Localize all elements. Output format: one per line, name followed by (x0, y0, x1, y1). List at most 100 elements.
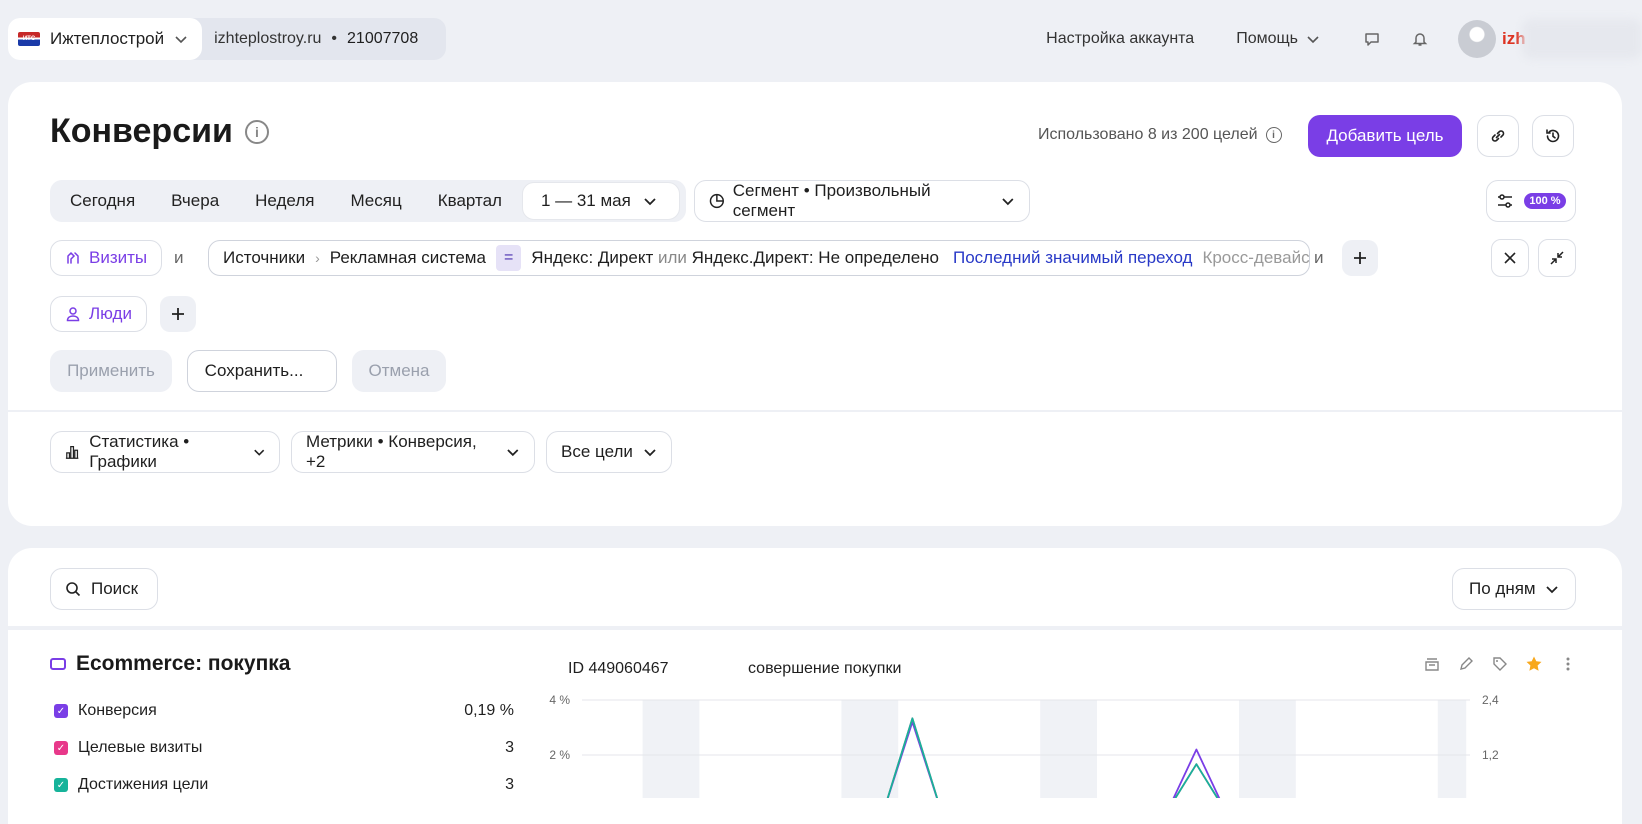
star-icon[interactable] (1524, 654, 1544, 674)
apply-button[interactable]: Применить (50, 350, 172, 392)
info-icon[interactable]: i (244, 119, 269, 144)
goals-used-text: Использовано 8 из 200 целей (1038, 126, 1258, 143)
blurred-username (1522, 19, 1642, 59)
y-right-tick-label: 2,4 (1482, 693, 1499, 707)
attribution-link[interactable]: Последний значимый переход (953, 248, 1192, 268)
filter-operator[interactable]: = (495, 245, 522, 271)
card-icon (50, 658, 66, 670)
report-type-dropdown[interactable]: Статистика • Графики (50, 431, 280, 473)
segment-label: Сегмент • Произвольный сегмент (732, 181, 931, 220)
metric-label: Достижения цели (78, 776, 209, 793)
add-goal-button[interactable]: Добавить цель (1308, 115, 1462, 157)
visits-icon (67, 251, 79, 264)
and-connector: и (174, 248, 184, 267)
metric-value: 3 (505, 776, 514, 793)
chevron-down-icon (175, 36, 187, 44)
plus-icon (172, 308, 184, 320)
top-right-nav: Настройка аккаунта Помощь izh (1046, 18, 1642, 60)
or-connector: или (657, 248, 687, 267)
visits-filter-chip[interactable]: Визиты (50, 240, 163, 276)
save-dropdown[interactable]: Сохранить... (187, 350, 337, 392)
cancel-button[interactable]: Отмена (352, 350, 446, 392)
visits-chip-label: Визиты (89, 248, 148, 267)
period-today[interactable]: Сегодня (50, 180, 153, 222)
period-selector: Сегодня Вчера Неделя Месяц Квартал 1 — 3… (50, 180, 686, 222)
series-line-1 (600, 717, 1452, 811)
add-condition-button[interactable] (1342, 240, 1378, 276)
org-name: Ижтеплострой (50, 29, 165, 48)
bell-icon[interactable] (1410, 29, 1430, 49)
chat-icon[interactable] (1362, 29, 1382, 49)
checkbox-checked[interactable]: ✓ (54, 741, 68, 755)
goals-filter-label: Все цели (561, 442, 633, 461)
metrics-dropdown[interactable]: Метрики • Конверсия, +2 (291, 431, 535, 473)
bar-chart-icon (65, 446, 79, 459)
checkbox-checked[interactable]: ✓ (54, 704, 68, 718)
period-yesterday[interactable]: Вчера (153, 180, 237, 222)
more-vertical-icon[interactable] (1558, 654, 1578, 674)
people-filter-chip[interactable]: Люди (50, 296, 147, 332)
people-chip-label: Люди (89, 304, 132, 323)
series-line-2 (600, 717, 1452, 811)
series-line-0 (600, 721, 1452, 811)
separator-dot: • (331, 30, 338, 47)
metric-row[interactable]: ✓ Конверсия 0,19 % (54, 702, 514, 720)
org-select[interactable]: ИТС Ижтеплострой (8, 18, 203, 60)
metric-label: Конверсия (78, 702, 157, 719)
metric-row[interactable]: ✓ Целевые визиты 3 (54, 739, 514, 757)
and-connector: и (1314, 248, 1324, 267)
grouping-dropdown[interactable]: По дням (1452, 568, 1576, 610)
site-domain: izhteplostroy.ru (214, 30, 322, 47)
checkbox-checked[interactable]: ✓ (54, 778, 68, 792)
period-month[interactable]: Месяц (332, 180, 419, 222)
chevron-down-icon (1307, 36, 1319, 44)
date-range-label: 1 — 31 мая (540, 191, 631, 210)
info-icon[interactable]: i (1265, 127, 1282, 143)
sampling-button[interactable]: 100 % (1486, 180, 1576, 222)
avatar[interactable] (1458, 20, 1496, 58)
section-divider (8, 410, 1622, 412)
metric-row[interactable]: ✓ Достижения цели 3 (54, 776, 514, 794)
search-button[interactable]: Поиск (50, 568, 158, 610)
link-icon (1491, 130, 1505, 142)
clear-filters-button[interactable] (1491, 239, 1529, 277)
archive-icon[interactable] (1422, 654, 1442, 674)
collapse-filters-button[interactable] (1538, 239, 1576, 277)
y-right-tick-label: 1,2 (1482, 748, 1499, 762)
link-button[interactable] (1477, 115, 1519, 157)
cross-device-label[interactable]: Кросс-девайс (1202, 248, 1309, 268)
period-quarter[interactable]: Квартал (420, 180, 520, 222)
help-menu[interactable]: Помощь (1236, 30, 1320, 48)
breadcrumb-separator: › (315, 250, 320, 266)
counter-selector[interactable]: ИТС Ижтеплострой izhteplostroy.ru • 2100… (8, 18, 447, 60)
goal-chart: 4 %2 %0 %2,41,20 (548, 688, 1568, 817)
history-button[interactable] (1532, 115, 1574, 157)
pencil-icon[interactable] (1456, 654, 1476, 674)
search-icon (66, 582, 81, 597)
pie-chart-icon (709, 193, 724, 209)
page-title-text: Конверсии (50, 112, 233, 150)
goal-toolbar (1422, 654, 1578, 674)
chevron-down-icon (644, 198, 656, 206)
counter-info[interactable]: izhteplostroy.ru • 21007708 (202, 30, 446, 48)
filter-condition[interactable]: Источники › Рекламная система = Яндекс: … (208, 240, 1310, 276)
account-settings-link[interactable]: Настройка аккаунта (1046, 30, 1194, 48)
chevron-down-icon (1002, 198, 1014, 206)
top-bar: ИТС Ижтеплострой izhteplostroy.ru • 2100… (0, 0, 1642, 80)
metric-value: 3 (505, 739, 514, 756)
period-week[interactable]: Неделя (237, 180, 332, 222)
y-left-tick-label: 4 % (549, 693, 570, 707)
report-type-label: Статистика • Графики (89, 432, 190, 471)
weekend-band (841, 700, 899, 810)
date-range-picker[interactable]: 1 — 31 мая (521, 182, 680, 220)
filter-value-1: Яндекс: Директ (531, 248, 654, 267)
goals-filter-dropdown[interactable]: Все цели (546, 431, 672, 473)
help-label: Помощь (1236, 30, 1298, 47)
user-name[interactable]: izh (1502, 19, 1642, 59)
add-people-filter-button[interactable] (160, 296, 196, 332)
sliders-icon (1498, 194, 1513, 208)
tag-icon[interactable] (1490, 654, 1510, 674)
segment-dropdown[interactable]: Сегмент • Произвольный сегмент (694, 180, 1030, 222)
counter-id: 21007708 (347, 30, 419, 47)
filter-source: Источники (223, 248, 306, 267)
